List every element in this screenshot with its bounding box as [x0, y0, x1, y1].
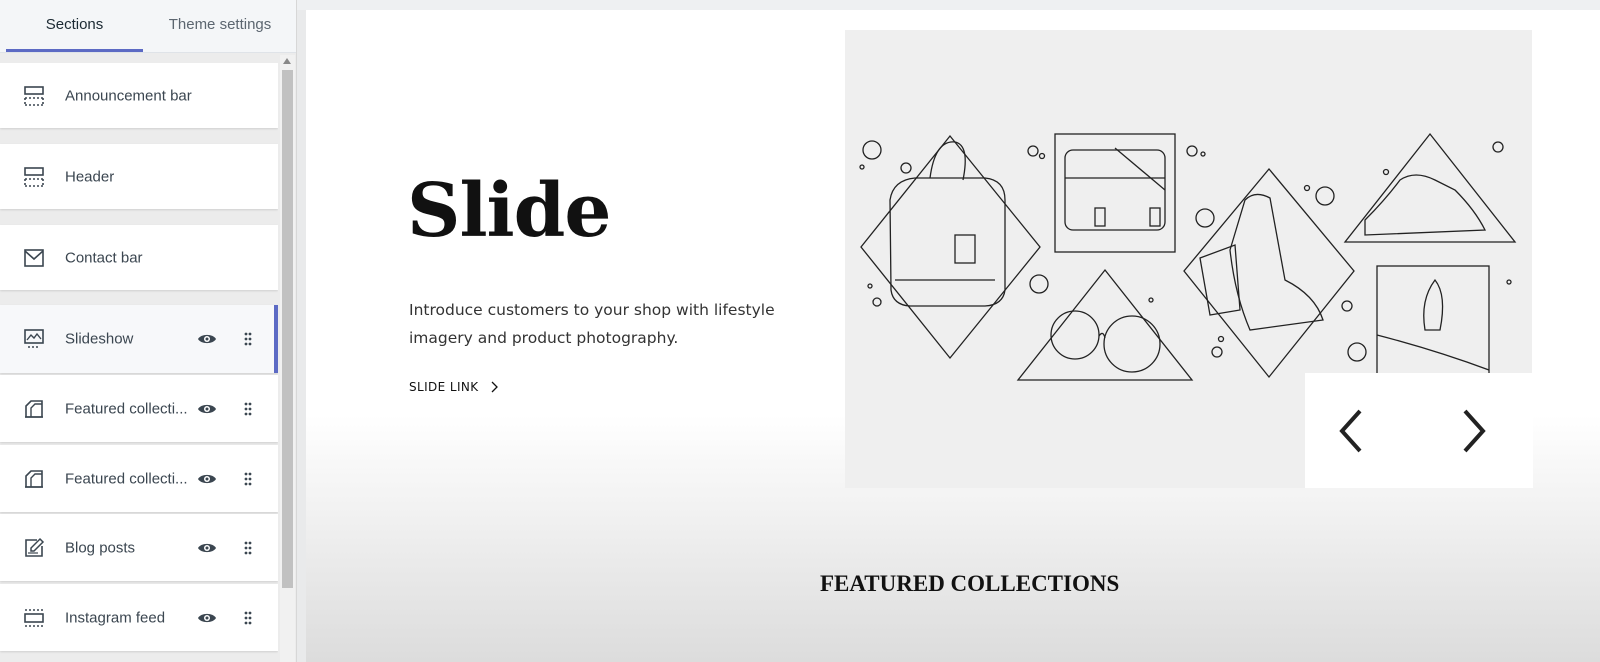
eye-icon[interactable] — [197, 541, 217, 555]
drag-handle-icon[interactable] — [244, 332, 252, 346]
section-item-label: Header — [65, 168, 115, 185]
section-item-label: Contact bar — [65, 249, 143, 266]
section-list: Announcement bar Header Contact bar Slid… — [0, 63, 278, 662]
slide-link[interactable]: SLIDE LINK — [409, 380, 499, 394]
eye-icon[interactable] — [197, 611, 217, 625]
slide-illustration — [845, 30, 1533, 488]
slide-link-label: SLIDE LINK — [409, 380, 479, 394]
section-item-announcement-bar[interactable]: Announcement bar — [0, 63, 278, 128]
featured-collections-heading: FEATURED COLLECTIONS — [820, 571, 1120, 596]
slide-prev-button[interactable] — [1332, 403, 1372, 459]
section-item-label: Announcement bar — [65, 87, 192, 104]
slide-title: Slide — [407, 168, 611, 254]
collection-icon — [22, 467, 46, 491]
blog-edit-icon — [22, 536, 46, 560]
slideshow-icon — [22, 327, 46, 351]
section-item-label: Featured collecti... — [65, 470, 188, 487]
sidebar-tabs: Sections Theme settings — [0, 0, 296, 53]
sidebar-scrollbar[interactable] — [280, 55, 295, 662]
tab-theme-settings[interactable]: Theme settings — [160, 0, 280, 52]
section-item-slideshow[interactable]: Slideshow — [0, 305, 278, 373]
envelope-icon — [22, 246, 46, 270]
section-item-label: Instagram feed — [65, 609, 166, 626]
scrollbar-thumb[interactable] — [282, 70, 293, 588]
layout-block-icon — [22, 606, 46, 630]
slideshow-nav — [1305, 373, 1533, 488]
drag-handle-icon[interactable] — [244, 402, 252, 416]
tab-sections[interactable]: Sections — [6, 0, 143, 52]
drag-handle-icon[interactable] — [244, 472, 252, 486]
chevron-left-icon — [1339, 409, 1362, 453]
section-item-instagram-feed[interactable]: Instagram feed — [0, 584, 278, 651]
eye-icon[interactable] — [197, 472, 217, 486]
section-item-featured-collection[interactable]: Featured collecti... — [0, 445, 278, 512]
collection-icon — [22, 397, 46, 421]
drag-handle-icon[interactable] — [244, 541, 252, 555]
section-item-contact-bar[interactable]: Contact bar — [0, 225, 278, 290]
drag-handle-icon[interactable] — [244, 611, 252, 625]
section-item-label: Slideshow — [65, 330, 134, 348]
sections-sidebar: Sections Theme settings Announcement bar… — [0, 0, 297, 662]
section-item-blog-posts[interactable]: Blog posts — [0, 514, 278, 581]
store-preview: Slide Introduce customers to your shop w… — [306, 10, 1600, 662]
eye-icon[interactable] — [197, 332, 217, 346]
preview-top-strip — [297, 0, 1600, 10]
eye-icon[interactable] — [197, 402, 217, 416]
section-item-featured-collection[interactable]: Featured collecti... — [0, 375, 278, 442]
slide-text: Introduce customers to your shop with li… — [409, 301, 775, 347]
chevron-right-icon — [1463, 409, 1486, 453]
layout-header-icon — [22, 84, 46, 108]
section-item-label: Blog posts — [65, 539, 136, 556]
layout-header-icon — [22, 165, 46, 189]
scroll-up-arrow-icon[interactable] — [283, 58, 291, 64]
section-item-label: Featured collecti... — [65, 400, 188, 417]
slide-next-button[interactable] — [1453, 403, 1493, 459]
chevron-right-icon — [489, 381, 499, 393]
section-item-header[interactable]: Header — [0, 144, 278, 209]
